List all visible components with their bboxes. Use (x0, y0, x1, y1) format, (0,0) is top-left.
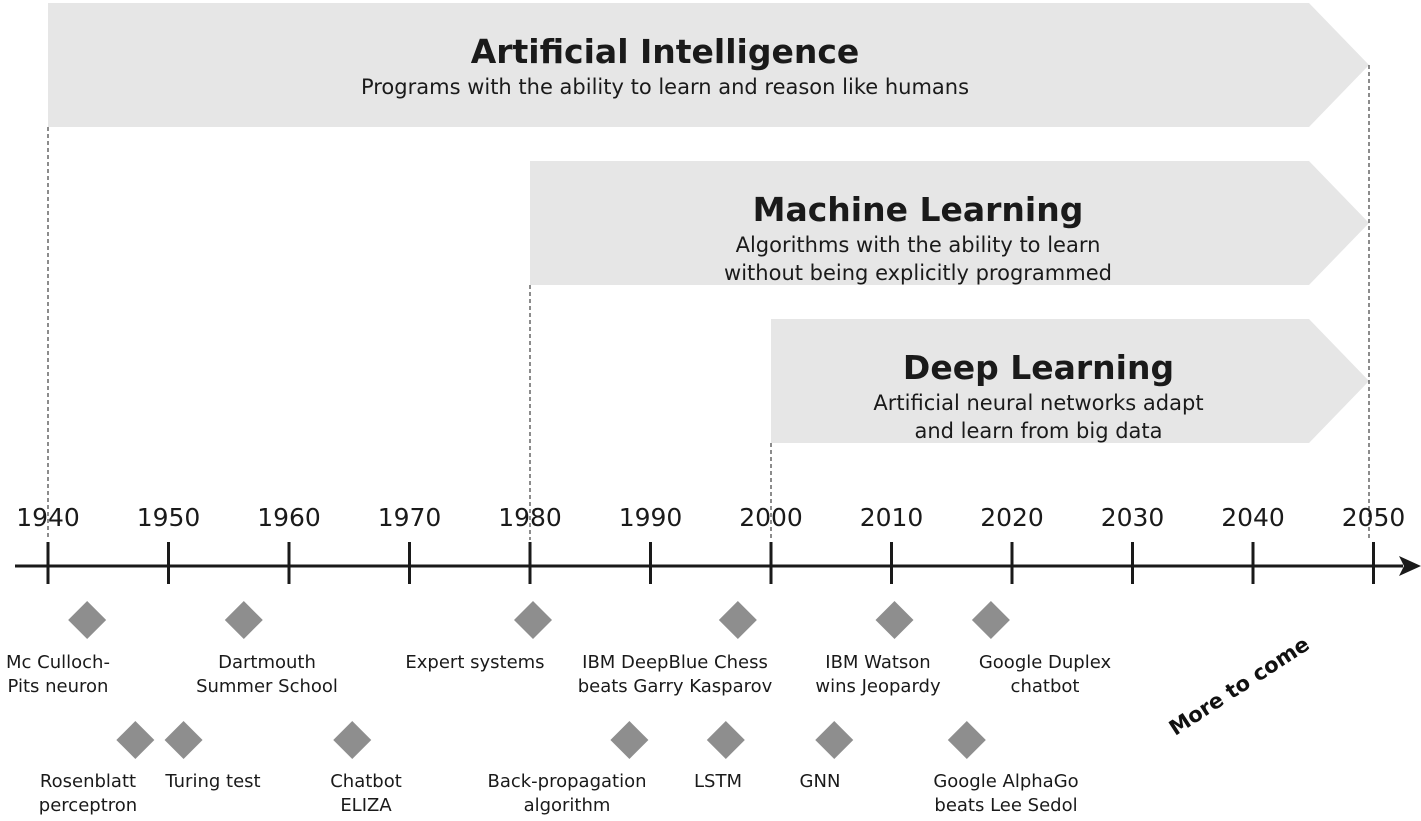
event-expert-systems: Expert systems (405, 601, 552, 673)
event-label-line: Google AlphaGo (933, 771, 1078, 792)
guide-lines (47, 65, 1370, 540)
year-label-1990: 1990 (619, 503, 683, 532)
event-label-line: Chatbot (330, 771, 402, 792)
banner-subtitle-line: Programs with the ability to learn and r… (361, 75, 969, 99)
event-gnn: GNN (800, 721, 854, 792)
banner-title: Deep Learning (903, 348, 1174, 387)
event-label-line: algorithm (524, 795, 611, 816)
event-mcculloch-pitts: Mc Culloch- Pits neuron (6, 601, 110, 697)
event-label-line: IBM Watson (825, 652, 930, 673)
event-label-line: beats Lee Sedol (934, 795, 1077, 816)
event-eliza: Chatbot ELIZA (330, 721, 402, 816)
event-marker-diamond (815, 721, 854, 759)
event-marker-diamond (875, 601, 914, 639)
year-label-2040: 2040 (1221, 503, 1285, 532)
event-label-line: Pits neuron (8, 676, 109, 697)
year-label-2020: 2020 (980, 503, 1044, 532)
year-label-1950: 1950 (137, 503, 201, 532)
banner-subtitle-line: without being explicitly programmed (724, 261, 1112, 285)
year-label-1970: 1970 (378, 503, 442, 532)
event-perceptron: Rosenblatt perceptron (39, 721, 155, 816)
event-marker-diamond (610, 721, 649, 759)
event-backprop: Back-propagation algorithm (487, 721, 649, 816)
event-marker-diamond (164, 721, 203, 759)
year-label-2000: 2000 (739, 503, 803, 532)
event-marker-diamond (224, 601, 263, 639)
ai-timeline-diagram: Artificial Intelligence Programs with the… (6, 3, 1421, 816)
event-label-line: Google Duplex (979, 652, 1112, 673)
banners-layer: Artificial Intelligence Programs with the… (48, 3, 1369, 443)
timeline-axis: 1940 1950 1960 1970 1980 1990 2000 2010 2020 2030… (15, 503, 1421, 584)
event-marker-diamond (333, 721, 372, 759)
event-label-line: chatbot (1011, 676, 1080, 697)
event-dartmouth: Dartmouth Summer School (196, 601, 338, 697)
event-marker-diamond (947, 721, 986, 759)
banner-subtitle-line: Algorithms with the ability to learn (736, 233, 1101, 257)
event-label-line: IBM DeepBlue Chess (582, 652, 768, 673)
event-label-line: Expert systems (405, 652, 544, 673)
event-label-line: perceptron (39, 795, 137, 816)
year-label-1960: 1960 (257, 503, 321, 532)
event-watson: IBM Watson wins Jeopardy (815, 601, 941, 697)
event-label-line: Turing test (164, 771, 260, 792)
more-to-come-label: More to come (1165, 632, 1314, 740)
banner-artificial-intelligence: Artificial Intelligence Programs with the… (48, 3, 1369, 127)
banner-title: Machine Learning (753, 190, 1084, 229)
year-label-2050: 2050 (1342, 503, 1406, 532)
event-label-line: Back-propagation (487, 771, 646, 792)
year-label-1980: 1980 (498, 503, 562, 532)
event-label-line: wins Jeopardy (815, 676, 941, 697)
banner-title: Artificial Intelligence (471, 32, 860, 71)
year-label-2010: 2010 (860, 503, 924, 532)
banner-deep-learning: Deep Learning Artificial neural networks … (771, 319, 1369, 443)
event-label-line: Dartmouth (218, 652, 316, 673)
event-label-line: ELIZA (340, 795, 392, 816)
event-label-line: GNN (800, 771, 841, 792)
event-marker-diamond (718, 601, 757, 639)
event-duplex: Google Duplex chatbot (971, 601, 1112, 697)
event-turing: Turing test (164, 721, 261, 792)
event-lstm: LSTM (694, 721, 745, 792)
event-alphago: Google AlphaGo beats Lee Sedol (933, 721, 1079, 816)
year-label-2030: 2030 (1101, 503, 1165, 532)
events-layer: Mc Culloch- Pits neuron Dartmouth Summer Sc… (6, 601, 1111, 816)
banner-subtitle-line: Artificial neural networks adapt (873, 391, 1203, 415)
event-label-line: beats Garry Kasparov (578, 676, 773, 697)
event-marker-diamond (68, 601, 107, 639)
year-label-1940: 1940 (16, 503, 80, 532)
event-label-line: Mc Culloch- (6, 652, 110, 673)
event-marker-diamond (706, 721, 745, 759)
event-marker-diamond (971, 601, 1010, 639)
event-label-line: Rosenblatt (40, 771, 136, 792)
banner-machine-learning: Machine Learning Algorithms with the abil… (530, 161, 1369, 285)
event-marker-diamond (116, 721, 155, 759)
event-deepblue: IBM DeepBlue Chess beats Garry Kasparov (578, 601, 773, 697)
banner-subtitle-line: and learn from big data (914, 419, 1162, 443)
event-label-line: Summer School (196, 676, 338, 697)
event-marker-diamond (514, 601, 552, 639)
event-label-line: LSTM (694, 771, 742, 792)
